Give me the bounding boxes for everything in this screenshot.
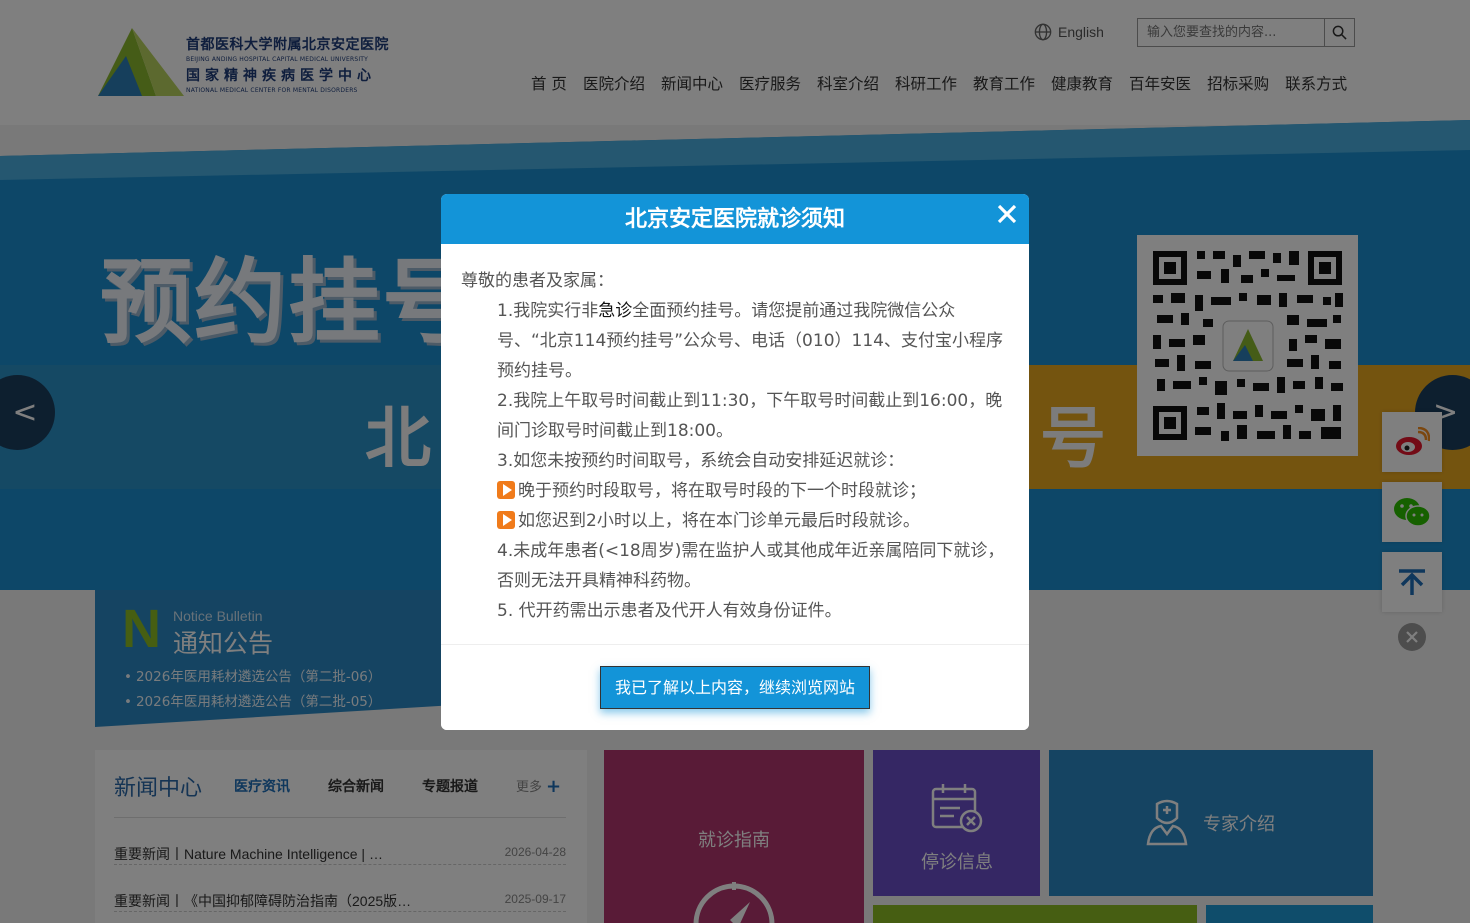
- modal-item-5: 5. 代开药需出示患者及代开人有效身份证件。: [497, 601, 842, 621]
- play-icon: [497, 511, 515, 529]
- modal-title: 北京安定医院就诊须知: [624, 207, 845, 232]
- modal-item-4: 4.未成年患者(<18周岁)需在监护人或其他成年近亲属陪同下就诊，否则无法开具精…: [497, 541, 1005, 591]
- modal-body: 尊敬的患者及家属： 1.我院实行非急诊全面预约挂号。请您提前通过我院微信公众号、…: [461, 266, 1011, 626]
- modal-item-3a: 晚于预约时段取号，将在取号时段的下一个时段就诊；: [461, 476, 1011, 506]
- modal-close-button[interactable]: [995, 202, 1019, 226]
- modal-item-2: 2.我院上午取号时间截止到11:30，下午取号时间截止到16:00，晚间门诊取号…: [497, 391, 1003, 441]
- modal-item-1: 1.我院实行非急诊全面预约挂号。请您提前通过我院微信公众号、“北京114预约挂号…: [497, 301, 1003, 381]
- play-icon: [497, 481, 515, 499]
- modal-item-3: 3.如您未按预约时间取号，系统会自动安排延迟就诊：: [497, 451, 905, 471]
- modal-confirm-button[interactable]: 我已了解以上内容，继续浏览网站: [600, 666, 870, 709]
- modal-header: 北京安定医院就诊须知: [441, 194, 1029, 244]
- modal-greeting: 尊敬的患者及家属：: [461, 271, 614, 291]
- modal-footer: 我已了解以上内容，继续浏览网站: [441, 644, 1029, 730]
- close-icon: [997, 204, 1017, 224]
- visit-notice-modal: 北京安定医院就诊须知 尊敬的患者及家属： 1.我院实行非急诊全面预约挂号。请您提…: [441, 194, 1029, 730]
- modal-item-3b: 如您迟到2小时以上，将在本门诊单元最后时段就诊。: [461, 506, 1011, 536]
